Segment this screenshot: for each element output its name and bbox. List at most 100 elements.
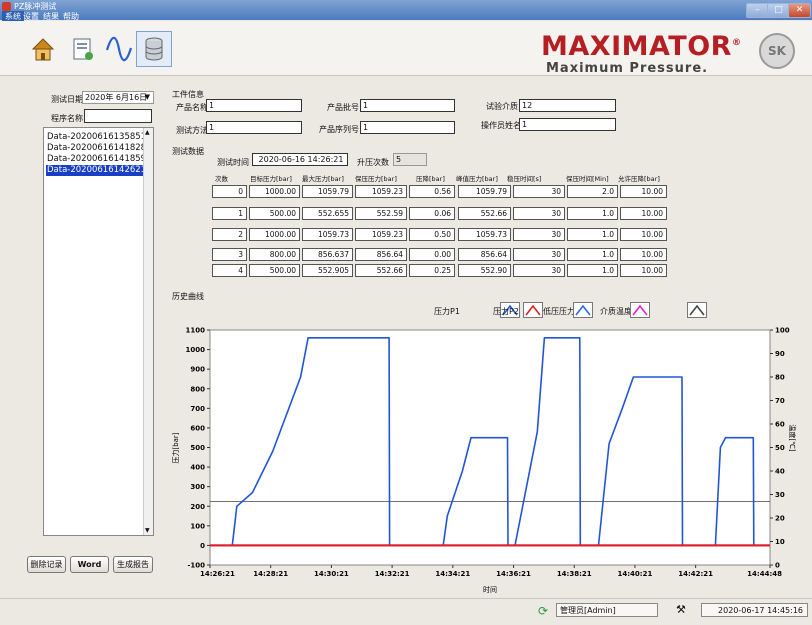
boost-count-label: 升压次数 [357,158,389,167]
x-tick-label: 14:26:21 [200,570,235,578]
test-method-label: 测试方法 [176,126,208,135]
test-time-label: 测试时间 [217,158,249,167]
current-user: 管理员[Admin] [556,603,658,617]
column-header: 保压时间[Min] [566,175,609,183]
legend-swatch[interactable] [523,302,543,318]
word-button[interactable]: Word [70,556,109,573]
x-tick-label: 14:28:21 [253,570,288,578]
test-medium-field[interactable]: 12 [519,99,616,112]
report-icon[interactable] [68,34,98,64]
date-value: 2020年 6月16日 [85,93,148,102]
test-medium-label: 试验介质 [486,102,518,111]
list-item[interactable]: Data-20200616135851 [46,132,147,143]
column-header: 峰值压力[bar] [456,175,498,183]
y2-tick-label: 0 [775,562,780,570]
y2-tick-label: 100 [775,327,790,335]
table-cell: 10.00 [620,207,667,220]
brand-tagline: Maximum Pressure. [546,61,709,76]
product-serial-field[interactable]: 1 [360,121,455,134]
list-item-selected[interactable]: Data-20200616142621 [46,165,148,176]
table-cell: 1000.00 [249,228,300,241]
legend-swatch[interactable] [687,302,707,318]
legend-swatch[interactable] [630,302,650,318]
y2-tick-label: 90 [775,350,785,358]
legend-label: 介质温度 [600,307,632,316]
y2-tick-label: 30 [775,491,785,499]
workpiece-section-title: 工件信息 [172,90,204,99]
list-item[interactable]: Data-20200616141828 [46,143,147,154]
table-cell: 552.66 [355,264,407,277]
y-tick-label: 500 [190,444,205,452]
table-cell: 552.90 [458,264,511,277]
chevron-down-icon: ▼ [144,93,150,101]
y-tick-label: -100 [187,562,205,570]
test-method-field[interactable]: 1 [206,121,302,134]
list-scrollbar[interactable]: ▲ ▼ [143,128,153,535]
y2-tick-label: 20 [775,515,785,523]
y2-tick-label: 50 [775,444,785,452]
program-input[interactable] [84,109,152,123]
table-cell: 1.0 [567,228,618,241]
y-tick-label: 800 [190,385,205,393]
date-picker[interactable]: 2020年 6月16日 ▼ [82,91,154,104]
generate-report-button[interactable]: 生成报告 [113,556,153,573]
table-cell: 0.06 [409,207,455,220]
table-cell: 1.0 [567,207,618,220]
refresh-icon[interactable]: ⟳ [538,604,548,618]
curve-icon[interactable] [104,34,134,64]
y2-tick-label: 80 [775,374,785,382]
y2-tick-label: 40 [775,468,785,476]
history-chart: -100010020030040050060070080090010001100… [171,327,796,595]
table-cell: 0 [212,185,247,198]
table-cell: 1059.23 [355,228,407,241]
scroll-down-icon[interactable]: ▼ [145,527,150,534]
column-header: 允许压降[bar] [618,175,660,183]
scroll-up-icon[interactable]: ▲ [145,129,150,136]
record-list[interactable]: Data-20200616135851 Data-20200616141828 … [43,127,154,536]
toolbar: MAXIMATOR® Maximum Pressure. SK [0,21,812,76]
table-cell: 3 [212,248,247,261]
operator-label: 操作员姓名 [481,121,521,130]
table-cell: 30 [513,207,565,220]
x-tick-label: 14:40:21 [618,570,653,578]
table-cell: 500.00 [249,207,300,220]
program-label: 程序名称 [51,114,83,123]
table-cell: 0.56 [409,185,455,198]
home-icon[interactable] [28,34,58,64]
database-button[interactable] [136,31,172,67]
table-cell: 552.66 [458,207,511,220]
table-cell: 1.0 [567,248,618,261]
y-axis-label: 压力[bar] [171,432,180,463]
table-cell: 856.637 [302,248,353,261]
product-batch-field[interactable]: 1 [360,99,455,112]
legend-label: 压力P1 [434,307,460,316]
table-cell: 30 [513,248,565,261]
boost-count-field: 5 [393,153,427,166]
table-cell: 0.25 [409,264,455,277]
list-item[interactable]: Data-20200616141859 [46,154,147,165]
tools-icon[interactable]: ⚒ [676,603,686,616]
table-cell: 10.00 [620,228,667,241]
table-cell: 800.00 [249,248,300,261]
table-cell: 1000.00 [249,185,300,198]
delete-record-button[interactable]: 删除记录 [27,556,66,573]
plot-area [209,329,771,566]
legend-swatch[interactable] [573,302,593,318]
y-tick-label: 300 [190,483,205,491]
sk-badge: SK [759,33,795,69]
x-axis-label: 时间 [483,585,497,594]
product-name-field[interactable]: 1 [206,99,302,112]
table-cell: 856.64 [458,248,511,261]
column-header: 稳压时间[s] [507,175,542,183]
status-bar: ⟳ 管理员[Admin] ⚒ 2020-06-17 14:45:16 [0,598,812,625]
x-tick-label: 14:44:48 [747,570,782,578]
column-header: 目标压力[bar] [250,175,292,183]
operator-field[interactable]: 1 [519,118,616,131]
test-data-section-title: 测试数据 [172,147,204,156]
table-cell: 10.00 [620,185,667,198]
y-tick-label: 0 [200,542,205,550]
table-cell: 552.59 [355,207,407,220]
column-header: 次数 [215,175,228,183]
table-cell: 30 [513,228,565,241]
y-tick-label: 600 [190,424,205,432]
